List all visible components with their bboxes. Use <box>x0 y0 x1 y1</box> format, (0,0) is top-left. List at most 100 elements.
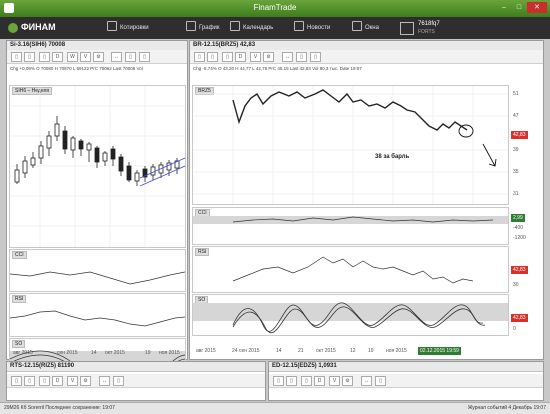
title-bar: FinamTrade – □ ✕ <box>0 0 550 17</box>
y-tick: 39 <box>513 147 519 153</box>
fit-button[interactable]: ↔ <box>361 376 372 386</box>
fit-button[interactable]: ↔ <box>282 52 293 62</box>
y-tick: 31 <box>513 191 519 197</box>
toolbar-calendar-label: Календарь <box>243 25 274 31</box>
right-price-axis: 51 47 42,83 39 35 31 <box>510 85 543 205</box>
right-rsi-axis: 42,83 30 <box>510 246 543 293</box>
finam-logo: ФИНАМ <box>21 22 56 32</box>
x-tick: окт 2015 <box>316 348 336 354</box>
right-price-plot[interactable]: BRZ5 38 за барль <box>192 85 509 205</box>
right-cci-panel[interactable]: CCI <box>192 207 509 245</box>
doc-button[interactable]: ▯ <box>11 376 22 386</box>
period-button[interactable]: ▯ <box>222 52 233 62</box>
d-button[interactable]: D <box>52 376 63 386</box>
date-tag: 02.12.2015 19:59 <box>418 347 461 355</box>
v-button[interactable]: V <box>80 52 91 62</box>
account-id[interactable]: 7618fq7 <box>418 21 440 27</box>
zoom-button[interactable]: ▯ <box>113 376 124 386</box>
period-button[interactable]: ▯ <box>39 52 50 62</box>
right-so-panel[interactable]: SO <box>192 294 509 336</box>
period-button[interactable]: ▯ <box>39 376 50 386</box>
toolbar-windows[interactable]: Окна <box>352 21 379 35</box>
add-button[interactable]: ▯ <box>207 52 218 62</box>
toolbar-quotes[interactable]: Котировки <box>107 21 149 35</box>
fit-button[interactable]: ↔ <box>111 52 122 62</box>
close-button[interactable]: ✕ <box>527 2 547 13</box>
y-tick: -400 <box>513 225 524 231</box>
toolbar-chart[interactable]: График <box>186 21 220 35</box>
toolbar-windows-label: Окна <box>365 25 379 31</box>
settings-button[interactable]: ⚙ <box>263 52 274 62</box>
x-tick: авг 2015 <box>196 348 216 354</box>
range-button[interactable]: ▯ <box>310 52 321 62</box>
v-button[interactable]: V <box>67 376 78 386</box>
d-button[interactable]: D <box>235 52 246 62</box>
settings-button[interactable]: ⚙ <box>80 376 91 386</box>
status-bar: 29M26 Кб Sorerril Последнее сохранение: … <box>0 402 550 414</box>
toolbar-quotes-label: Котировки <box>120 25 149 31</box>
settings-button[interactable]: ⚙ <box>93 52 104 62</box>
right-chart-window: BR-12.15(BRZ5) 42,83 ▯ ▯ ▯ D V ⚙ ↔ ▯ ▯ C… <box>189 40 544 360</box>
bottom-right-toolbar: ▯ ▯ ▯ D V ⚙ ↔ ▯ <box>269 374 543 388</box>
chart-annotation: 38 за барль <box>375 154 410 160</box>
account-sub: FORTS <box>418 29 435 35</box>
x-tick: 19 <box>145 350 151 356</box>
toolbar-news[interactable]: Новости <box>294 21 330 35</box>
left-cci-panel[interactable]: CCI <box>9 249 186 292</box>
x-tick: 14 <box>91 350 97 356</box>
add-button[interactable]: ▯ <box>24 376 35 386</box>
cci-tag: 2,99 <box>511 214 525 222</box>
left-quote-line: Chg +0,09% O 70080 H 70870 L 69122 PrC 7… <box>10 66 143 71</box>
y-tick: -1200 <box>513 235 526 241</box>
bottom-left-title: RTS-12.15(RIZ5) 81190 <box>7 362 265 372</box>
right-quote-line: Chg -6,74% O 43,20 H 44,77 L 42,78 PrC 4… <box>193 66 362 71</box>
toolbar-news-label: Новости <box>307 25 331 31</box>
main-toolbar: ФИНАМ Котировки График Календарь Новости… <box>0 17 550 39</box>
y-tick: 51 <box>513 91 519 97</box>
x-tick: 24 сен 2015 <box>232 348 260 354</box>
fit-button[interactable]: ↔ <box>99 376 110 386</box>
add-button[interactable]: ▯ <box>24 52 35 62</box>
status-left: 29M26 Кб Sorerril Последнее сохранение: … <box>4 405 115 411</box>
finam-logo-icon <box>8 23 18 33</box>
toolbar-chart-label: График <box>199 25 220 31</box>
v-button[interactable]: V <box>250 52 261 62</box>
bottom-left-window[interactable]: RTS-12.15(RIZ5) 81190 ▯ ▯ ▯ D V ⚙ ↔ ▯ <box>6 361 266 401</box>
maximize-button[interactable]: □ <box>512 2 526 13</box>
doc-button[interactable]: ▯ <box>273 376 284 386</box>
zoom-button[interactable]: ▯ <box>296 52 307 62</box>
price-tag: 42,83 <box>511 131 528 139</box>
left-rsi-panel[interactable]: RSI <box>9 293 186 337</box>
v-button[interactable]: V <box>329 376 340 386</box>
y-tick: 0 <box>513 326 516 332</box>
doc-button[interactable]: ▯ <box>194 52 205 62</box>
period-button[interactable]: ▯ <box>301 376 312 386</box>
w-button[interactable]: W <box>67 52 78 62</box>
d-button[interactable]: D <box>52 52 63 62</box>
window-title: FinamTrade <box>253 3 297 12</box>
left-price-plot[interactable]: SIH6 – Неделя <box>9 85 186 248</box>
so-tag: 42,83 <box>511 314 528 322</box>
right-cci-axis: 2,99 -400 -1200 <box>510 207 543 245</box>
y-tick: 30 <box>513 282 519 288</box>
toolbar-calendar[interactable]: Календарь <box>230 21 273 35</box>
settings-button[interactable]: ⚙ <box>342 376 353 386</box>
zoom-button[interactable]: ▯ <box>125 52 136 62</box>
d-button[interactable]: D <box>314 376 325 386</box>
status-right[interactable]: Журнал событий 4 Декабрь 19:07 <box>468 403 546 414</box>
y-tick: 47 <box>513 113 519 119</box>
right-candles <box>193 86 508 204</box>
right-rsi-panel[interactable]: RSI <box>192 246 509 293</box>
doc-button[interactable]: ▯ <box>11 52 22 62</box>
range-button[interactable]: ▯ <box>139 52 150 62</box>
bottom-right-window[interactable]: ED-12.15(EDZ5) 1,0931 ▯ ▯ ▯ D V ⚙ ↔ ▯ <box>268 361 544 401</box>
x-tick: ноя 2015 <box>386 348 407 354</box>
zoom-button[interactable]: ▯ <box>375 376 386 386</box>
quotes-icon <box>107 21 117 31</box>
x-tick: окт 2015 <box>105 350 125 356</box>
add-button[interactable]: ▯ <box>286 376 297 386</box>
chart-icon <box>186 21 196 31</box>
minimize-button[interactable]: – <box>497 2 511 13</box>
right-so-axis: 42,83 0 <box>510 294 543 336</box>
left-chart-window: Si-3.16(SIH6) 70008 ▯ ▯ ▯ D W V ⚙ ↔ ▯ ▯ … <box>6 40 188 386</box>
